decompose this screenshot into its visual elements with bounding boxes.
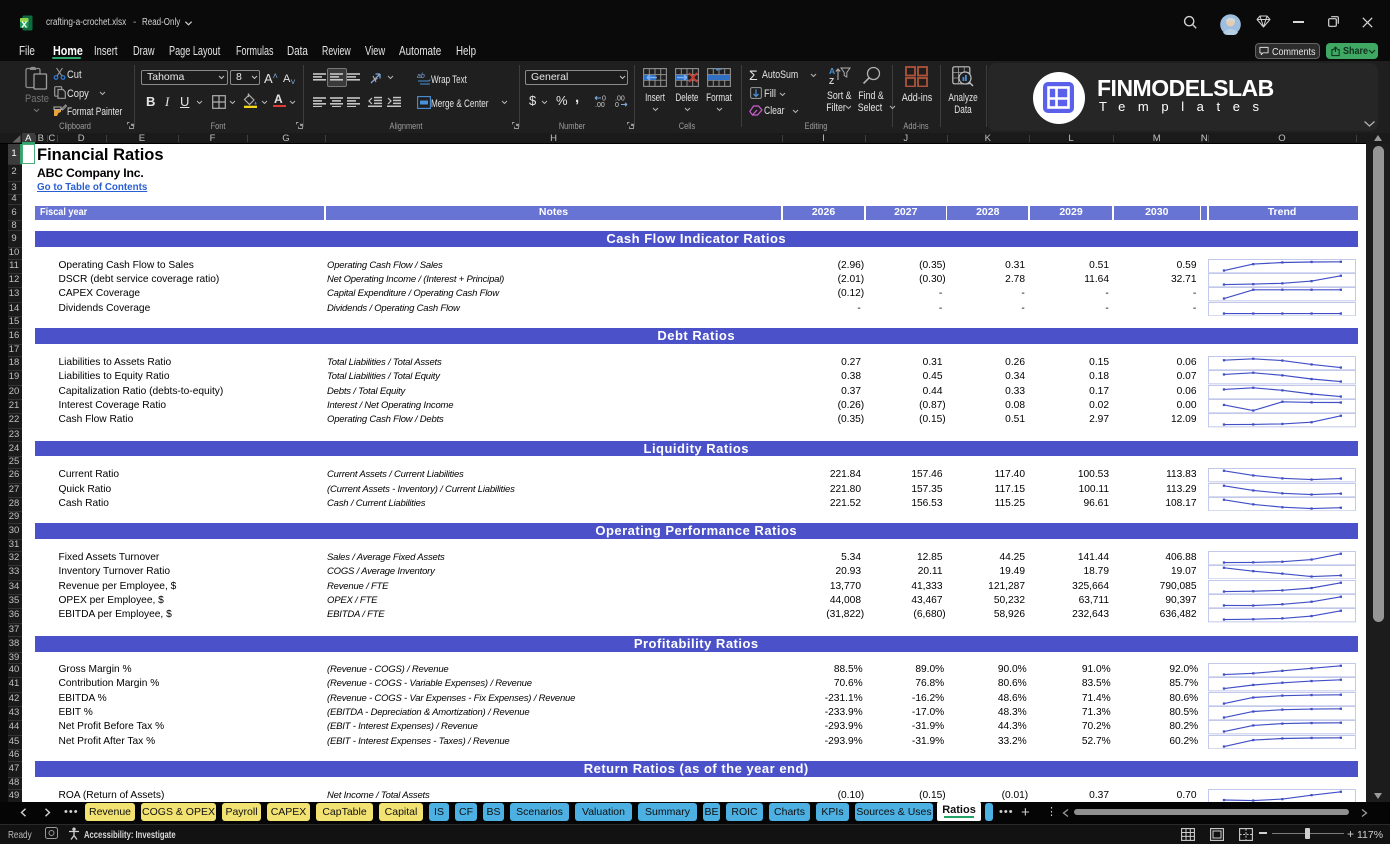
svg-text:.00: .00 [595,102,605,108]
svg-text:0: 0 [615,102,619,108]
svg-text:ab: ab [417,73,425,80]
svg-text:Z: Z [829,76,834,86]
svg-text:A: A [829,66,835,76]
